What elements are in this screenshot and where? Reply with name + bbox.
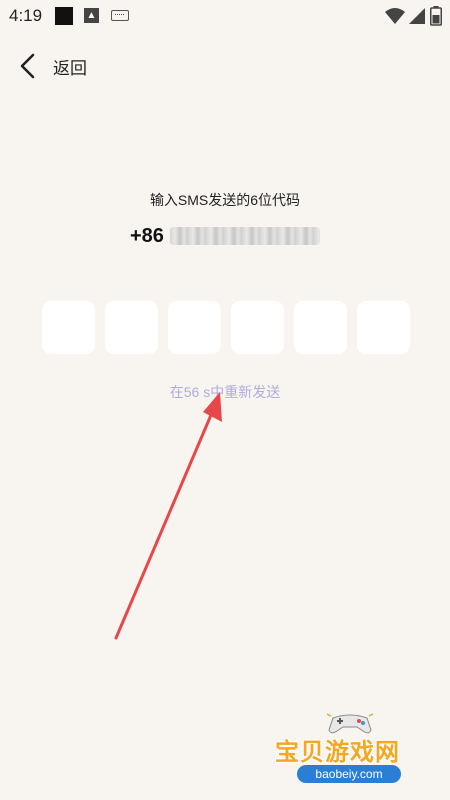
phone-number-redacted — [169, 227, 320, 245]
code-digit-box[interactable] — [357, 301, 410, 354]
back-label: 返回 — [53, 58, 87, 78]
phone-number: +86 — [130, 222, 320, 250]
phone-prefix: +86 — [130, 224, 164, 247]
wifi-icon — [385, 8, 405, 24]
status-time: 4:19 — [9, 6, 43, 25]
code-digit-box[interactable] — [231, 301, 284, 354]
code-digit-box[interactable] — [168, 301, 221, 354]
watermark-title: 宝贝游戏网 — [275, 739, 400, 766]
code-digit-box[interactable] — [105, 301, 158, 354]
code-input-group — [42, 301, 410, 354]
code-digit-box[interactable] — [294, 301, 347, 354]
chevron-left-icon — [12, 50, 44, 82]
resend-countdown-link[interactable]: 在56 s中重新发送 — [0, 382, 450, 402]
back-button[interactable]: 返回 — [12, 50, 87, 82]
status-bar: 4:19 ▲ — [0, 0, 450, 32]
code-digit-box[interactable] — [42, 301, 95, 354]
a-badge-icon: ▲ — [84, 8, 99, 23]
stop-square-icon — [55, 7, 73, 25]
keyboard-icon — [111, 10, 129, 21]
sms-instruction: 输入SMS发送的6位代码 — [149, 192, 301, 208]
signal-icon — [409, 8, 425, 24]
watermark-logo: 宝贝游戏网 baobeiy.com — [275, 710, 435, 790]
battery-icon — [430, 6, 442, 26]
watermark-url: baobeiy.com — [297, 765, 401, 783]
